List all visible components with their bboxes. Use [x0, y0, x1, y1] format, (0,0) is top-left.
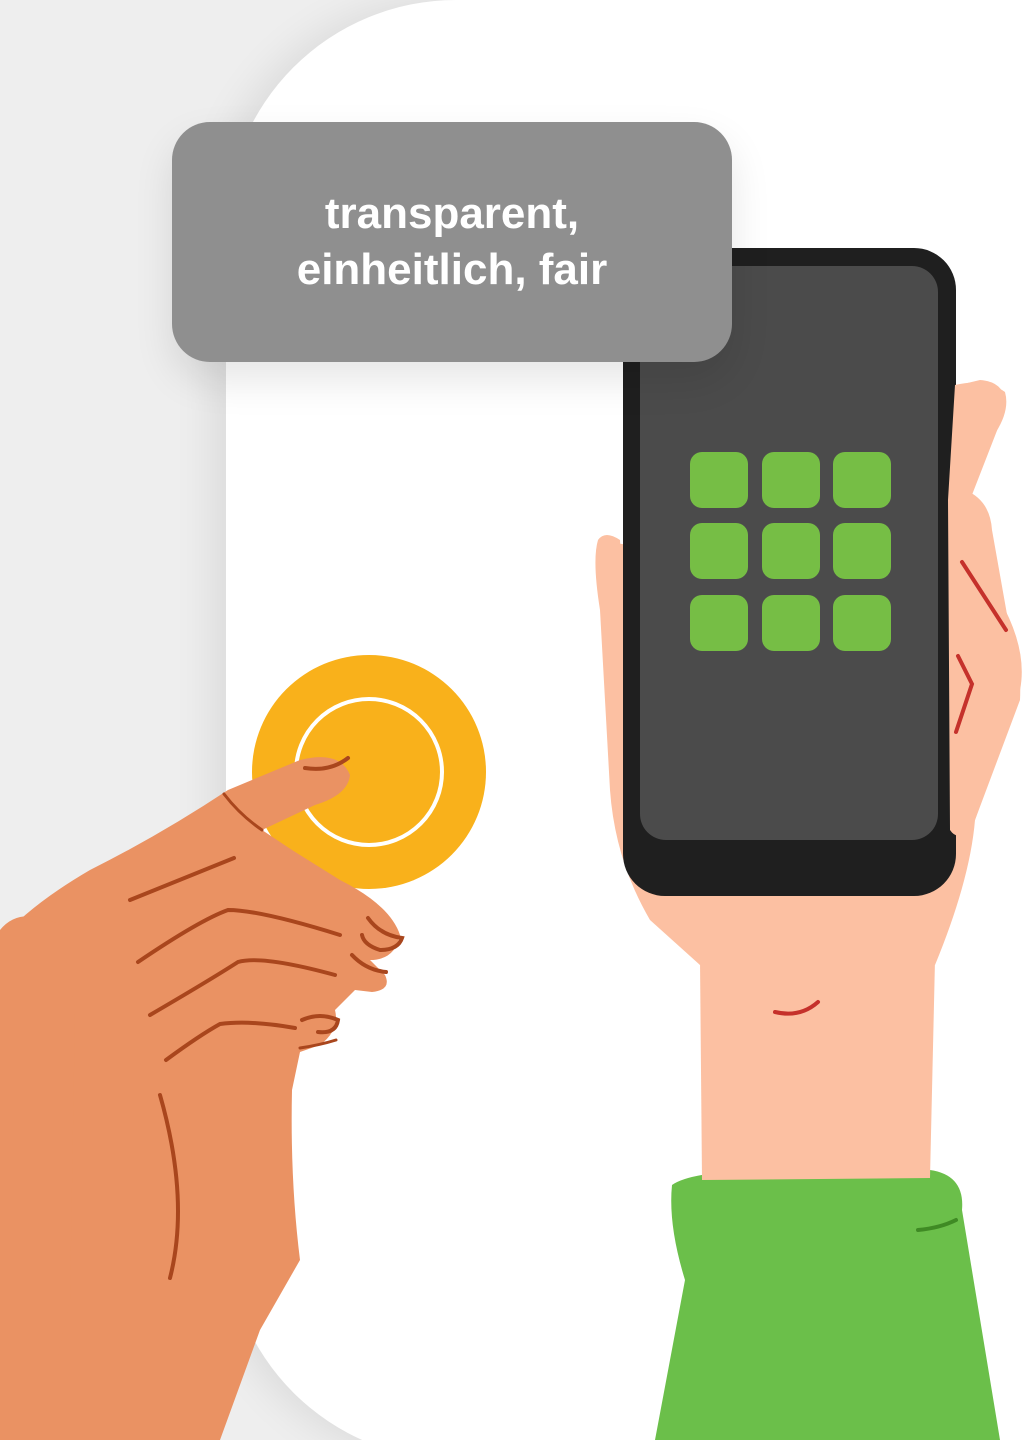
app-grid-icon: [690, 452, 891, 651]
app-tile: [690, 595, 748, 651]
app-tile: [762, 523, 820, 579]
app-tile: [833, 452, 891, 508]
app-tile: [833, 523, 891, 579]
green-sleeve: [655, 1170, 1000, 1440]
app-tile: [762, 452, 820, 508]
label-line-2: einheitlich, fair: [296, 245, 608, 294]
label-line-1: transparent,: [324, 189, 580, 238]
right-fingers: [948, 382, 1021, 836]
app-tile: [762, 595, 820, 651]
right-forearm: [700, 960, 935, 1180]
app-tile: [690, 452, 748, 508]
app-tile: [690, 523, 748, 579]
app-tile: [833, 595, 891, 651]
illustration-stage: transparent, einheitlich, fair: [0, 0, 1035, 1440]
label-box: transparent, einheitlich, fair: [172, 122, 732, 362]
